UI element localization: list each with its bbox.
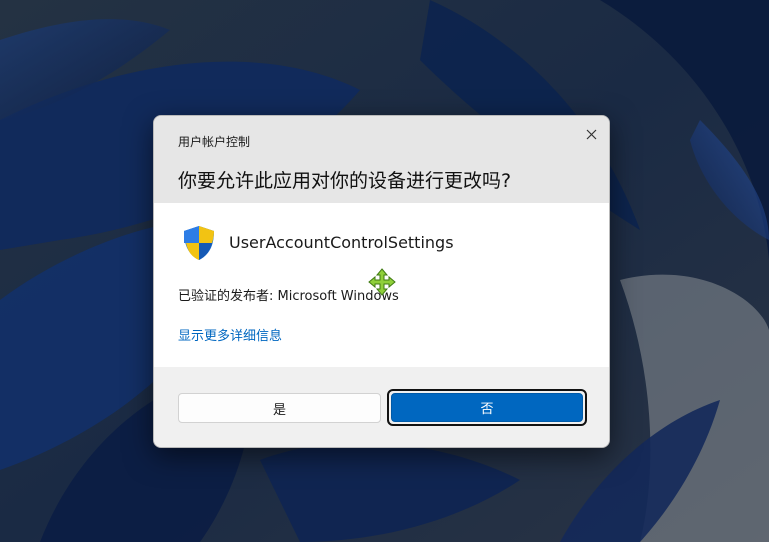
show-details-link[interactable]: 显示更多详细信息 xyxy=(178,325,282,344)
close-icon xyxy=(586,129,596,139)
move-cursor-icon xyxy=(368,268,396,296)
no-button[interactable]: 否 xyxy=(391,393,583,422)
dialog-caption: 用户帐户控制 xyxy=(178,135,251,149)
app-name: UserAccountControlSettings xyxy=(229,233,454,252)
dialog-footer: 是 否 xyxy=(154,367,609,447)
desktop: 用户帐户控制 你要允许此应用对你的设备进行更改吗? UserAccountCon… xyxy=(0,0,769,542)
dialog-question: 你要允许此应用对你的设备进行更改吗? xyxy=(178,170,512,192)
yes-button[interactable]: 是 xyxy=(178,393,381,423)
dialog-header: 用户帐户控制 你要允许此应用对你的设备进行更改吗? xyxy=(154,116,609,203)
uac-shield-icon xyxy=(184,226,214,260)
publisher-text: 已验证的发布者: Microsoft Windows xyxy=(178,289,399,304)
close-button[interactable] xyxy=(579,122,603,146)
